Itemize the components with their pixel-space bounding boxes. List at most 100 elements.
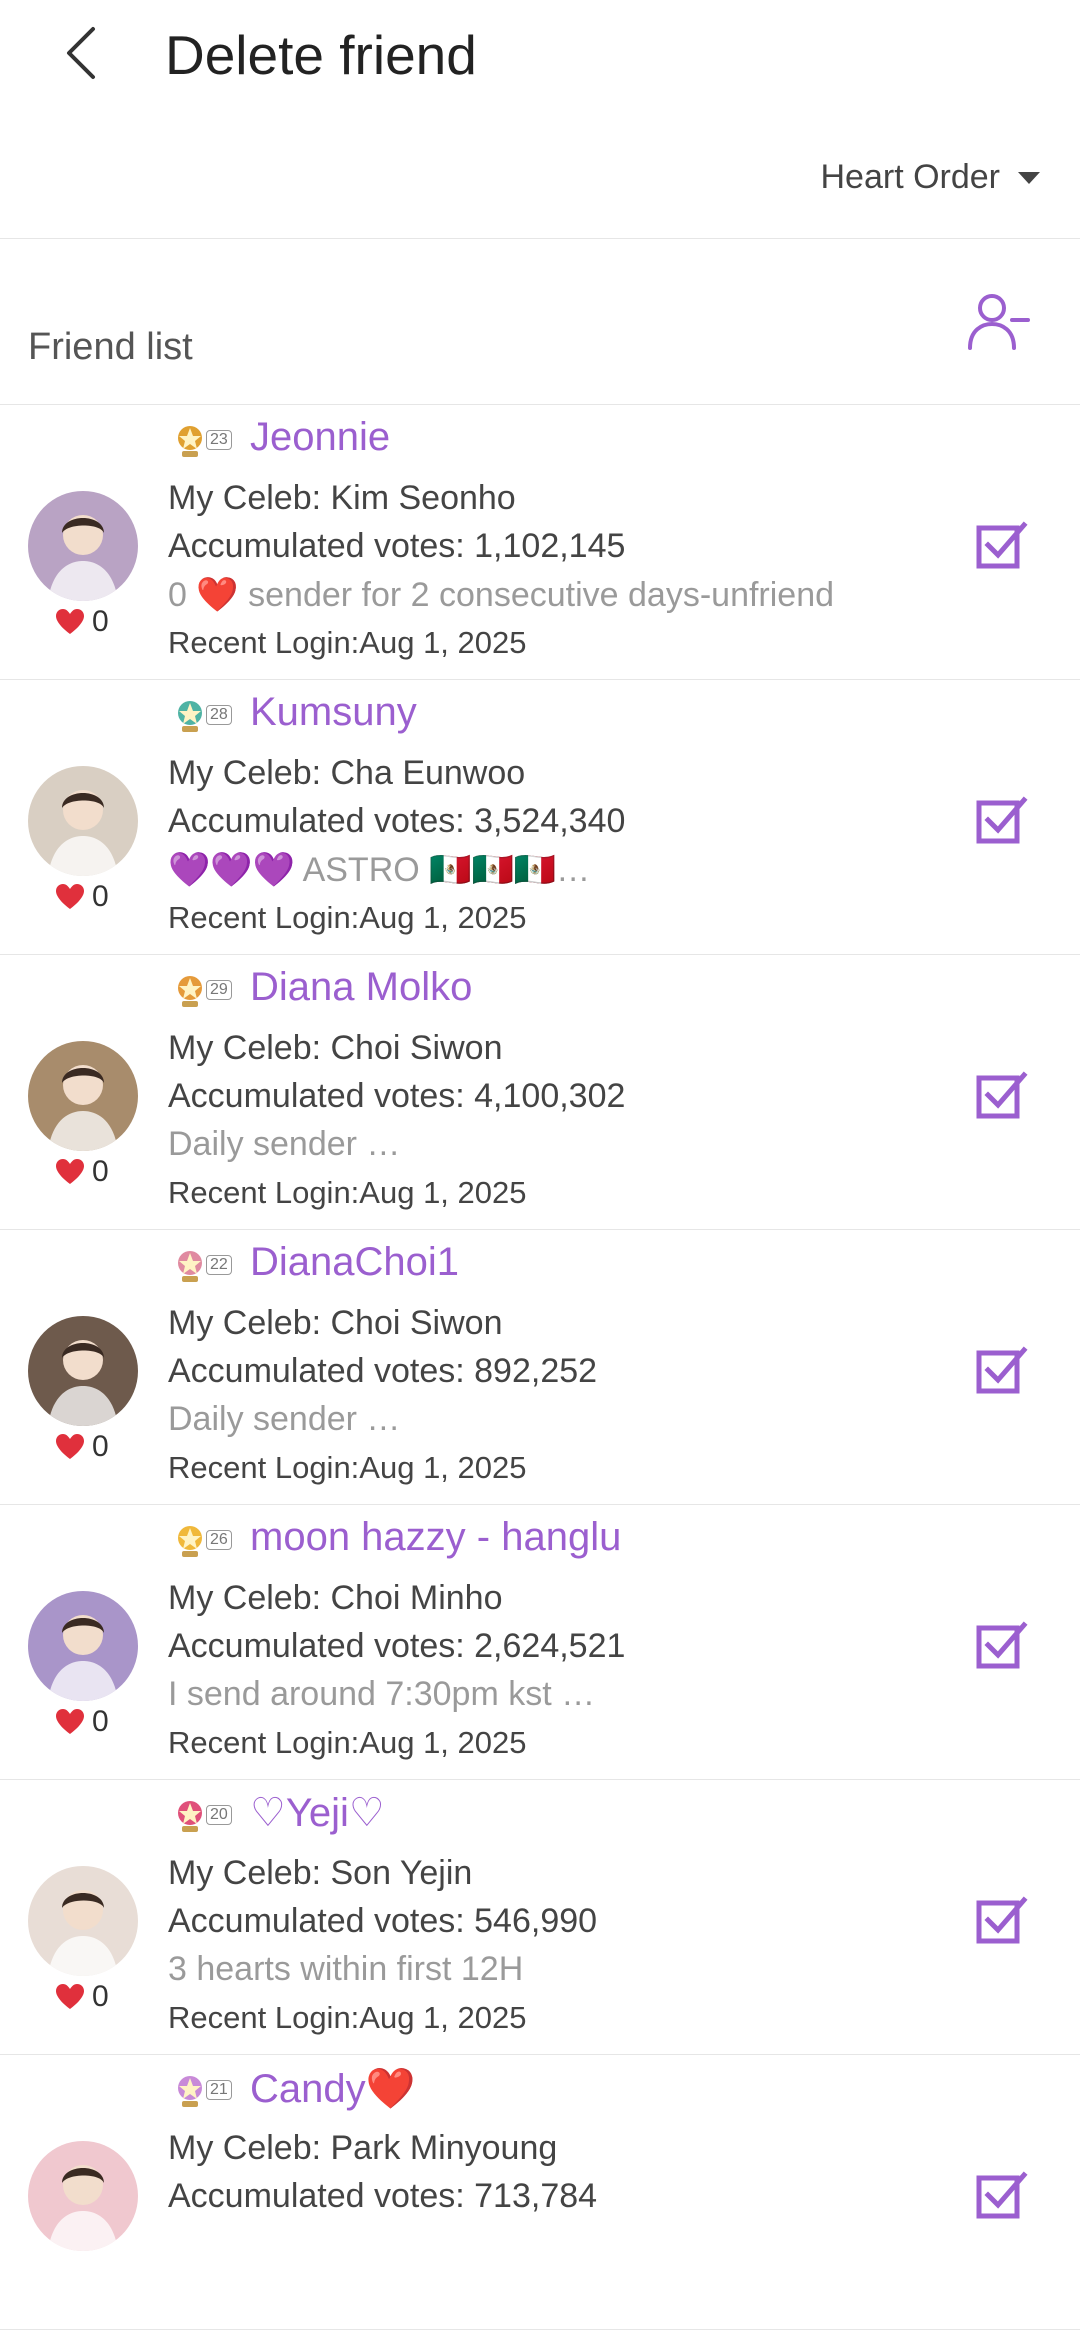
friend-celeb: My Celeb: Park Minyoung — [168, 2129, 558, 2167]
friend-row[interactable]: 0 20 ♡Yeji♡ My Celeb: Son Yejin Accumula… — [0, 1780, 1080, 2055]
checkbox-checked-icon[interactable] — [976, 794, 1028, 846]
level-badge: 28 — [170, 694, 232, 736]
heart-count: 0 — [56, 1705, 109, 1739]
friend-celeb: My Celeb: Cha Eunwoo — [168, 754, 526, 792]
checkbox-checked-icon[interactable] — [976, 2169, 1028, 2221]
avatar[interactable] — [28, 491, 138, 601]
friend-row[interactable]: 0 22 DianaChoi1 My Celeb: Choi Siwon Acc… — [0, 1230, 1080, 1505]
friend-votes: Accumulated votes: 546,990 — [168, 1902, 598, 1940]
heart-count: 0 — [56, 1155, 109, 1189]
avatar[interactable] — [28, 2141, 138, 2251]
trophy-icon — [178, 426, 202, 457]
checkbox-checked-icon[interactable] — [976, 1619, 1028, 1671]
friend-message: 💜💜💜 ASTRO 🇲🇽🇲🇽🇲🇽… — [168, 851, 591, 889]
level-badge: 26 — [170, 1519, 232, 1561]
level-number: 22 — [206, 1255, 232, 1275]
friend-message: Daily sender … — [168, 1400, 401, 1438]
friend-votes: Accumulated votes: 1,102,145 — [168, 527, 626, 565]
heart-count-value: 0 — [92, 1430, 109, 1463]
heart-count: 0 — [56, 605, 109, 639]
trophy-icon — [178, 1251, 202, 1282]
friend-name: Diana Molko — [250, 965, 473, 1009]
friend-list-label: Friend list — [28, 326, 193, 368]
friend-name: DianaChoi1 — [250, 1240, 460, 1284]
page-title: Delete friend — [165, 24, 477, 86]
remove-user-icon[interactable] — [966, 290, 1030, 354]
friend-row[interactable]: 0 26 moon hazzy - hanglu My Celeb: Choi … — [0, 1505, 1080, 1780]
friend-row[interactable]: 0 29 Diana Molko My Celeb: Choi Siwon Ac… — [0, 955, 1080, 1230]
friend-celeb: My Celeb: Choi Minho — [168, 1579, 503, 1617]
heart-icon — [56, 609, 84, 634]
friend-celeb: My Celeb: Kim Seonho — [168, 479, 516, 517]
level-badge: 29 — [170, 969, 232, 1011]
back-button[interactable] — [50, 18, 110, 88]
heart-count-value: 0 — [92, 605, 109, 638]
sort-dropdown[interactable]: Heart Order — [820, 158, 1040, 197]
friend-votes: Accumulated votes: 2,624,521 — [168, 1627, 626, 1665]
friend-message: 3 hearts within first 12H — [168, 1950, 524, 1988]
checkbox-checked-icon[interactable] — [976, 519, 1028, 571]
friend-votes: Accumulated votes: 3,524,340 — [168, 802, 626, 840]
heart-count: 0 — [56, 1430, 109, 1464]
caret-down-icon — [1018, 171, 1040, 184]
trophy-icon — [178, 2076, 202, 2107]
heart-icon — [56, 1159, 84, 1184]
heart-icon — [56, 1984, 84, 2009]
friend-login: Recent Login:Aug 1, 2025 — [168, 1725, 527, 1760]
level-number: 23 — [206, 430, 232, 450]
heart-count-value: 0 — [92, 1705, 109, 1738]
trophy-icon — [178, 1526, 202, 1557]
heart-count: 0 — [56, 1980, 109, 2014]
avatar[interactable] — [28, 1041, 138, 1151]
friend-celeb: My Celeb: Choi Siwon — [168, 1029, 503, 1067]
trophy-icon — [178, 976, 202, 1007]
friend-celeb: My Celeb: Son Yejin — [168, 1854, 473, 1892]
friend-name: moon hazzy - hanglu — [250, 1515, 622, 1559]
sort-label: Heart Order — [820, 158, 1001, 196]
divider — [0, 238, 1080, 239]
heart-icon — [56, 1434, 84, 1459]
header: Delete friend — [0, 0, 1080, 110]
level-number: 26 — [206, 1530, 232, 1550]
heart-count-value: 0 — [92, 1980, 109, 2013]
level-badge: 21 — [170, 2069, 232, 2111]
friend-login: Recent Login:Aug 1, 2025 — [168, 1175, 527, 1210]
level-number: 20 — [206, 1805, 232, 1825]
checkbox-checked-icon[interactable] — [976, 1344, 1028, 1396]
avatar[interactable] — [28, 1866, 138, 1976]
trophy-icon — [178, 1801, 202, 1832]
friend-name: Kumsuny — [250, 690, 417, 734]
friend-message: 0 ❤️ sender for 2 consecutive days-unfri… — [168, 576, 835, 614]
level-number: 21 — [206, 2080, 232, 2100]
friend-name: Jeonnie — [250, 415, 391, 459]
friend-message: Daily sender … — [168, 1125, 401, 1163]
avatar[interactable] — [28, 1591, 138, 1701]
heart-icon — [56, 884, 84, 909]
avatar[interactable] — [28, 1316, 138, 1426]
heart-count: 0 — [56, 880, 109, 914]
friend-row[interactable]: 0 28 Kumsuny My Celeb: Cha Eunwoo Accumu… — [0, 680, 1080, 955]
friend-name: Candy❤️ — [250, 2067, 416, 2111]
friend-login: Recent Login:Aug 1, 2025 — [168, 1450, 527, 1485]
friend-name: ♡Yeji♡ — [250, 1791, 385, 1835]
friend-login: Recent Login:Aug 1, 2025 — [168, 625, 527, 660]
checkbox-checked-icon[interactable] — [976, 1894, 1028, 1946]
level-number: 29 — [206, 980, 232, 1000]
level-number: 28 — [206, 705, 232, 725]
friend-votes: Accumulated votes: 892,252 — [168, 1352, 598, 1390]
back-arrow-icon — [67, 27, 95, 79]
heart-count-value: 0 — [92, 880, 109, 913]
heart-icon — [56, 1709, 84, 1734]
friend-message: I send around 7:30pm kst … — [168, 1675, 596, 1713]
friend-row[interactable]: 21 Candy❤️ My Celeb: Park Minyoung Accum… — [0, 2055, 1080, 2330]
friend-votes: Accumulated votes: 4,100,302 — [168, 1077, 626, 1115]
trophy-icon — [178, 701, 202, 732]
checkbox-checked-icon[interactable] — [976, 1069, 1028, 1121]
level-badge: 20 — [170, 1794, 232, 1836]
friend-celeb: My Celeb: Choi Siwon — [168, 1304, 503, 1342]
friend-login: Recent Login:Aug 1, 2025 — [168, 2000, 527, 2035]
heart-count-value: 0 — [92, 1155, 109, 1188]
friend-votes: Accumulated votes: 713,784 — [168, 2177, 598, 2215]
avatar[interactable] — [28, 766, 138, 876]
friend-row[interactable]: 0 23 Jeonnie My Celeb: Kim Seonho Accumu… — [0, 405, 1080, 680]
